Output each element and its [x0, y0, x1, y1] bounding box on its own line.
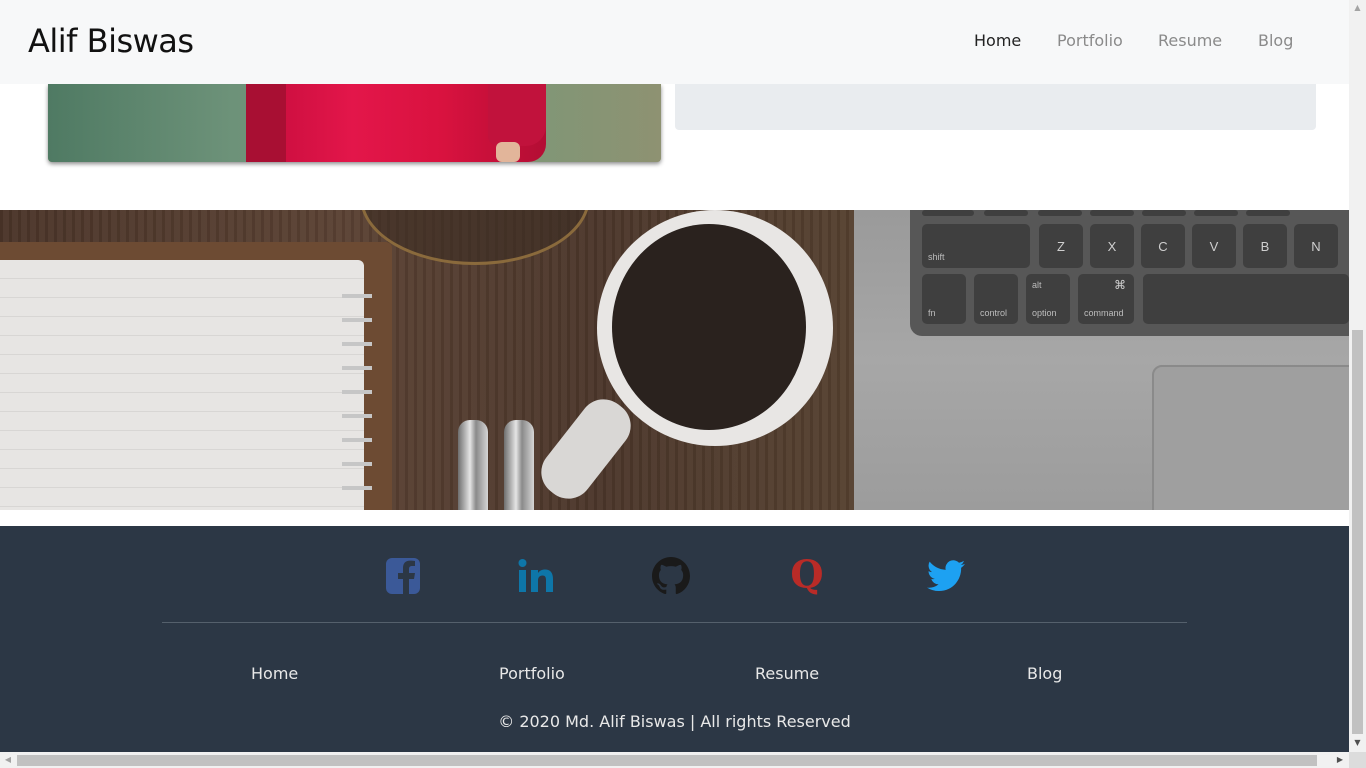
quora-icon[interactable]: Q — [787, 555, 827, 596]
glass-bowl — [360, 210, 590, 265]
photo-right-arm — [488, 84, 546, 146]
key-fn: fn — [922, 274, 966, 324]
trackpad — [1152, 365, 1349, 510]
scroll-down-arrow-icon[interactable]: ▼ — [1351, 737, 1364, 749]
key-x: X — [1090, 224, 1134, 268]
desk-banner-image: shift Z X C V B N fn control alt option ⌘… — [0, 210, 1349, 510]
notebook-spiral — [342, 280, 372, 510]
linkedin-icon[interactable] — [516, 556, 556, 596]
twitter-icon[interactable] — [926, 556, 966, 596]
key-control: control — [974, 274, 1018, 324]
pen — [504, 420, 534, 510]
key-shift: shift — [922, 224, 1030, 268]
keyboard-key — [922, 210, 974, 216]
keyboard-key — [1090, 210, 1134, 216]
brand-logo-link[interactable]: Alif Biswas — [28, 22, 194, 60]
keyboard-key — [1038, 210, 1082, 216]
key-v: V — [1192, 224, 1236, 268]
page: Alif Biswas Home Portfolio Resume Blog s… — [0, 0, 1366, 768]
photo-hand — [496, 142, 520, 162]
github-icon[interactable] — [651, 556, 691, 596]
footer-divider — [162, 622, 1187, 623]
key-option: alt option — [1026, 274, 1070, 324]
scroll-up-arrow-icon[interactable]: ▲ — [1351, 2, 1364, 14]
keyboard-key — [984, 210, 1028, 216]
scroll-left-arrow-icon[interactable]: ◀ — [2, 754, 14, 766]
footer-link-blog[interactable]: Blog — [1027, 664, 1062, 683]
horizontal-scroll-thumb[interactable] — [17, 755, 1317, 766]
keyboard-key — [1246, 210, 1290, 216]
about-card — [675, 84, 1316, 130]
nav-link-home[interactable]: Home — [974, 31, 1021, 50]
keyboard-key — [1142, 210, 1186, 216]
copyright-text: © 2020 Md. Alif Biswas | All rights Rese… — [498, 712, 851, 731]
scroll-right-arrow-icon[interactable]: ▶ — [1334, 754, 1346, 766]
notebook — [0, 260, 364, 510]
keyboard-key — [1194, 210, 1238, 216]
scrollbar-corner — [1349, 752, 1366, 768]
key-c: C — [1141, 224, 1185, 268]
svg-text:Q: Q — [790, 555, 823, 596]
laptop: shift Z X C V B N fn control alt option ⌘… — [854, 210, 1349, 510]
nav-link-blog[interactable]: Blog — [1258, 31, 1293, 50]
footer-link-portfolio[interactable]: Portfolio — [499, 664, 565, 683]
photo-left-arm — [246, 84, 286, 162]
profile-photo — [48, 84, 661, 162]
key-b: B — [1243, 224, 1287, 268]
coffee — [612, 224, 806, 430]
pen — [458, 420, 488, 510]
key-n: N — [1294, 224, 1338, 268]
wooden-desk — [0, 210, 854, 510]
footer-link-resume[interactable]: Resume — [755, 664, 819, 683]
mug-handle — [531, 389, 641, 509]
vertical-scroll-thumb[interactable] — [1352, 330, 1363, 734]
facebook-icon[interactable] — [383, 556, 423, 596]
footer-link-home[interactable]: Home — [251, 664, 298, 683]
key-z: Z — [1039, 224, 1083, 268]
top-navbar: Alif Biswas Home Portfolio Resume Blog — [0, 0, 1349, 84]
nav-link-portfolio[interactable]: Portfolio — [1057, 31, 1123, 50]
key-command: ⌘ command — [1078, 274, 1134, 324]
nav-link-resume[interactable]: Resume — [1158, 31, 1222, 50]
key-space — [1143, 274, 1349, 324]
